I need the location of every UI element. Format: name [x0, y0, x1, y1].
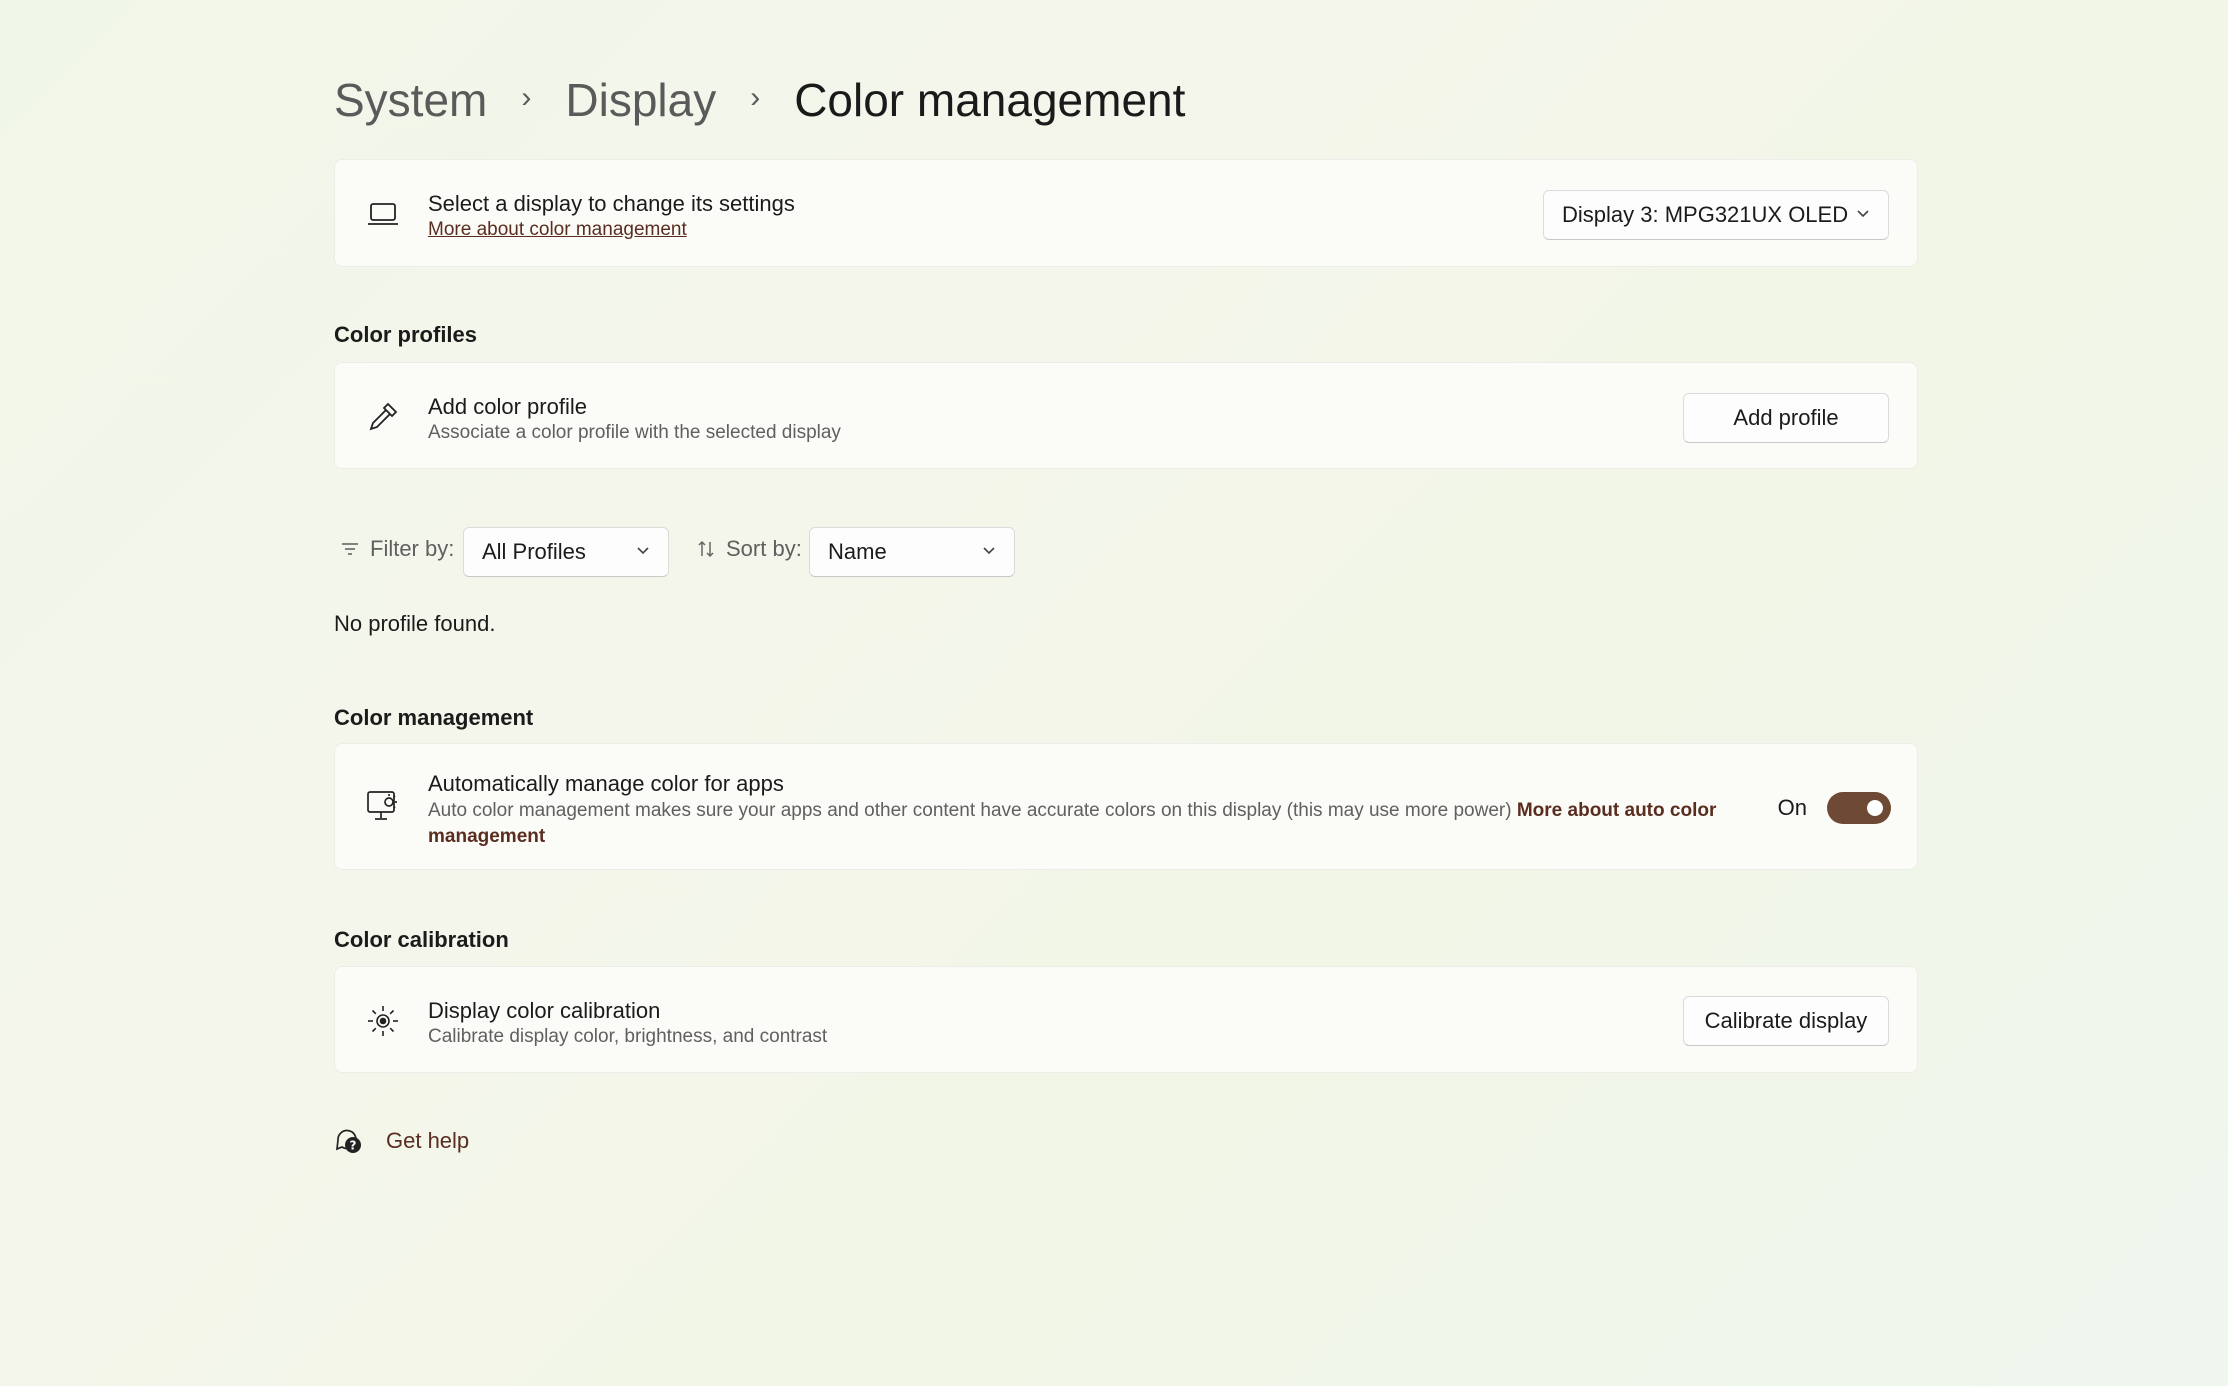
color-calibration-card: Display color calibration Calibrate disp…: [334, 966, 1918, 1073]
auto-color-management-card: Automatically manage color for apps Auto…: [334, 743, 1918, 870]
chevron-down-icon: [1857, 210, 1869, 218]
add-color-profile-card: Add color profile Associate a color prof…: [334, 362, 1918, 469]
eyedropper-icon: [363, 397, 403, 437]
auto-color-description: Auto color management makes sure your ap…: [428, 798, 1748, 850]
chevron-right-icon: ›: [750, 81, 761, 114]
toggle-knob: [1867, 800, 1883, 816]
breadcrumb-system[interactable]: System: [334, 72, 487, 128]
laptop-icon: [363, 194, 403, 234]
breadcrumb: System › Display › Color management: [334, 72, 1185, 128]
filter-icon: [342, 543, 358, 555]
color-calibration-heading: Color calibration: [334, 927, 509, 952]
sort-label: Sort by:: [696, 536, 802, 562]
calibration-subtitle: Calibrate display color, brightness, and…: [428, 1026, 828, 1047]
monitor-color-icon: [363, 786, 403, 826]
sort-dropdown-value: Name: [828, 539, 887, 564]
sort-icon: [698, 540, 714, 558]
no-profile-message: No profile found.: [334, 611, 496, 636]
add-color-profile-subtitle: Associate a color profile with the selec…: [428, 422, 841, 443]
add-color-profile-title: Add color profile: [428, 394, 587, 419]
filter-label-text: Filter by:: [370, 536, 455, 561]
color-profiles-heading: Color profiles: [334, 322, 478, 347]
svg-text:?: ?: [350, 1139, 357, 1153]
color-management-heading: Color management: [334, 705, 534, 730]
breadcrumb-display[interactable]: Display: [565, 72, 716, 128]
auto-color-toggle[interactable]: [1827, 792, 1891, 824]
filter-dropdown[interactable]: All Profiles: [463, 527, 669, 577]
display-selector-title: Select a display to change its settings: [428, 191, 795, 216]
display-selector-card: Select a display to change its settings …: [334, 159, 1918, 267]
sort-dropdown[interactable]: Name: [809, 527, 1015, 577]
get-help-label: Get help: [386, 1128, 470, 1153]
help-chat-icon: ?: [335, 1129, 361, 1153]
toggle-state-label: On: [1777, 795, 1807, 820]
get-help-link[interactable]: ? Get help: [334, 1126, 469, 1156]
auto-color-title: Automatically manage color for apps: [428, 771, 784, 796]
calibration-title: Display color calibration: [428, 998, 661, 1023]
more-about-color-management-link[interactable]: More about color management: [428, 218, 687, 242]
sort-label-text: Sort by:: [726, 536, 802, 561]
calibrate-display-button[interactable]: Calibrate display: [1683, 996, 1889, 1046]
chevron-right-icon: ›: [521, 81, 532, 114]
filter-label: Filter by:: [340, 536, 454, 562]
chevron-down-icon: [637, 547, 649, 555]
add-profile-button[interactable]: Add profile: [1683, 393, 1889, 443]
page-title: Color management: [794, 74, 1186, 126]
auto-color-subtitle: Auto color management makes sure your ap…: [428, 800, 1512, 821]
chevron-down-icon: [983, 547, 995, 555]
display-dropdown[interactable]: Display 3: MPG321UX OLED: [1543, 190, 1889, 240]
brightness-icon: [363, 1001, 403, 1041]
display-dropdown-value: Display 3: MPG321UX OLED: [1562, 202, 1849, 227]
filter-dropdown-value: All Profiles: [482, 539, 586, 564]
